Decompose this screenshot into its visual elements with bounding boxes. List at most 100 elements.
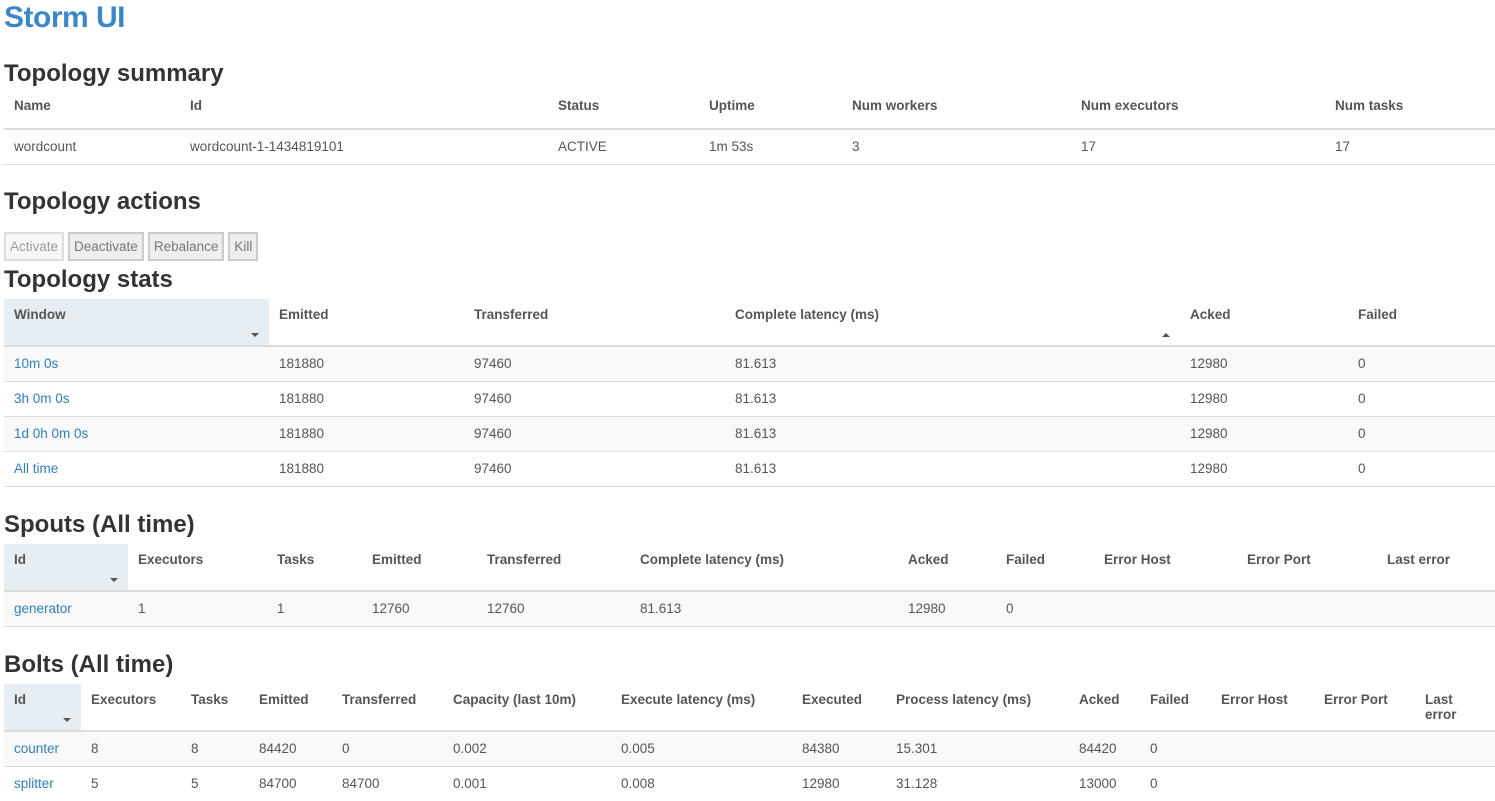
stats-header-complete-latency[interactable]: Complete latency (ms) bbox=[725, 299, 1180, 347]
stats-header-failed[interactable]: Failed bbox=[1348, 299, 1495, 347]
stats-failed: 0 bbox=[1348, 451, 1495, 487]
bolt-tasks: 8 bbox=[181, 731, 249, 767]
stats-window-link[interactable]: All time bbox=[4, 451, 269, 487]
summary-name: wordcount bbox=[4, 129, 180, 165]
bolts-header-capacity[interactable]: Capacity (last 10m) bbox=[443, 684, 611, 732]
bolt-execute-latency: 0.005 bbox=[611, 731, 792, 767]
bolt-tasks: 5 bbox=[181, 766, 249, 801]
bolts-header-executors[interactable]: Executors bbox=[81, 684, 181, 732]
bolt-error-port bbox=[1314, 766, 1415, 801]
summary-header-num-workers[interactable]: Num workers bbox=[842, 92, 1071, 130]
bolt-executors: 5 bbox=[81, 766, 181, 801]
app-title: Storm UI bbox=[4, 1, 126, 34]
bolts-header-error-host[interactable]: Error Host bbox=[1211, 684, 1314, 732]
spouts-header-complete-latency[interactable]: Complete latency (ms) bbox=[630, 544, 898, 592]
spouts-header-last-error[interactable]: Last error bbox=[1377, 544, 1495, 592]
stats-transferred: 97460 bbox=[464, 346, 725, 382]
spouts-header-failed[interactable]: Failed bbox=[996, 544, 1094, 592]
spouts-header-error-port[interactable]: Error Port bbox=[1237, 544, 1377, 592]
bolt-last-error bbox=[1415, 731, 1495, 767]
stats-transferred: 97460 bbox=[464, 451, 725, 487]
bolt-capacity: 0.002 bbox=[443, 731, 611, 767]
bolt-failed: 0 bbox=[1140, 766, 1211, 801]
topology-stats-table: Window Emitted Transferred Complete late… bbox=[4, 299, 1495, 487]
summary-header-num-executors[interactable]: Num executors bbox=[1071, 92, 1325, 130]
spout-link-generator[interactable]: generator bbox=[14, 601, 72, 616]
deactivate-button[interactable]: Deactivate bbox=[68, 232, 144, 261]
stats-complete-latency: 81.613 bbox=[725, 346, 1180, 382]
bolts-header-tasks[interactable]: Tasks bbox=[181, 684, 249, 732]
stats-emitted: 181880 bbox=[269, 381, 464, 417]
topology-summary-title: Topology summary bbox=[4, 60, 224, 87]
kill-button[interactable]: Kill bbox=[228, 232, 259, 261]
spout-tasks: 1 bbox=[267, 591, 362, 627]
stats-complete-latency: 81.613 bbox=[725, 381, 1180, 417]
stats-transferred: 97460 bbox=[464, 416, 725, 452]
bolt-error-port bbox=[1314, 731, 1415, 767]
summary-header-row: Name Id Status Uptime Num workers Num ex… bbox=[4, 92, 1495, 130]
bolts-header-id[interactable]: Id bbox=[4, 684, 81, 732]
table-row: counter 8 8 84420 0 0.002 0.005 84380 15… bbox=[4, 731, 1495, 767]
spout-id-cell[interactable]: generator bbox=[4, 591, 128, 627]
summary-uptime: 1m 53s bbox=[699, 129, 842, 165]
window-link[interactable]: 1d 0h 0m 0s bbox=[14, 426, 88, 441]
bolt-id-cell[interactable]: counter bbox=[4, 731, 81, 767]
bolts-header-row: Id Executors Tasks Emitted Transferred C… bbox=[4, 684, 1495, 732]
rebalance-button[interactable]: Rebalance bbox=[147, 232, 225, 261]
spouts-header-error-host[interactable]: Error Host bbox=[1094, 544, 1237, 592]
stats-acked: 12980 bbox=[1180, 381, 1348, 417]
spouts-header-transferred[interactable]: Transferred bbox=[477, 544, 630, 592]
bolts-header-execute-latency[interactable]: Execute latency (ms) bbox=[611, 684, 792, 732]
bolts-header-error-port[interactable]: Error Port bbox=[1314, 684, 1415, 732]
stats-header-acked[interactable]: Acked bbox=[1180, 299, 1348, 347]
stats-acked: 12980 bbox=[1180, 451, 1348, 487]
spout-failed: 0 bbox=[996, 591, 1094, 627]
summary-num-executors: 17 bbox=[1071, 129, 1325, 165]
stats-window-link[interactable]: 3h 0m 0s bbox=[4, 381, 269, 417]
bolt-process-latency: 31.128 bbox=[886, 766, 1069, 801]
bolt-emitted: 84420 bbox=[249, 731, 332, 767]
spouts-title: Spouts (All time) bbox=[4, 511, 195, 538]
bolts-header-executed[interactable]: Executed bbox=[792, 684, 886, 732]
spouts-header-id[interactable]: Id bbox=[4, 544, 128, 592]
spouts-header-executors[interactable]: Executors bbox=[128, 544, 267, 592]
activate-button[interactable]: Activate bbox=[4, 232, 65, 261]
window-link[interactable]: 10m 0s bbox=[14, 356, 58, 371]
stats-emitted: 181880 bbox=[269, 416, 464, 452]
bolt-id-cell[interactable]: splitter bbox=[4, 766, 81, 801]
bolts-header-transferred[interactable]: Transferred bbox=[332, 684, 443, 732]
stats-window-link[interactable]: 1d 0h 0m 0s bbox=[4, 416, 269, 452]
stats-header-transferred[interactable]: Transferred bbox=[464, 299, 725, 347]
summary-header-num-tasks[interactable]: Num tasks bbox=[1325, 92, 1495, 130]
bolts-header-failed[interactable]: Failed bbox=[1140, 684, 1211, 732]
bolt-transferred: 0 bbox=[332, 731, 443, 767]
spouts-header-tasks[interactable]: Tasks bbox=[267, 544, 362, 592]
spouts-header-acked[interactable]: Acked bbox=[898, 544, 996, 592]
spout-last-error bbox=[1377, 591, 1495, 627]
bolts-header-emitted[interactable]: Emitted bbox=[249, 684, 332, 732]
bolt-last-error bbox=[1415, 766, 1495, 801]
summary-header-id[interactable]: Id bbox=[180, 92, 548, 130]
bolts-header-process-latency[interactable]: Process latency (ms) bbox=[886, 684, 1069, 732]
bolts-header-last-error[interactable]: Last error bbox=[1415, 684, 1495, 732]
summary-header-status[interactable]: Status bbox=[548, 92, 699, 130]
bolts-header-acked[interactable]: Acked bbox=[1069, 684, 1140, 732]
bolt-link-splitter[interactable]: splitter bbox=[14, 776, 54, 791]
spouts-header-emitted[interactable]: Emitted bbox=[362, 544, 477, 592]
table-row: All time 181880 97460 81.613 12980 0 bbox=[4, 451, 1495, 487]
window-link[interactable]: 3h 0m 0s bbox=[14, 391, 70, 406]
window-link[interactable]: All time bbox=[14, 461, 58, 476]
summary-num-workers: 3 bbox=[842, 129, 1071, 165]
summary-header-name[interactable]: Name bbox=[4, 92, 180, 130]
bolt-error-host bbox=[1211, 731, 1314, 767]
spouts-header-row: Id Executors Tasks Emitted Transferred C… bbox=[4, 544, 1495, 592]
stats-acked: 12980 bbox=[1180, 346, 1348, 382]
summary-num-tasks: 17 bbox=[1325, 129, 1495, 165]
stats-window-link[interactable]: 10m 0s bbox=[4, 346, 269, 382]
stats-header-window[interactable]: Window bbox=[4, 299, 269, 347]
table-row: generator 1 1 12760 12760 81.613 12980 0 bbox=[4, 591, 1495, 627]
bolt-link-counter[interactable]: counter bbox=[14, 741, 59, 756]
summary-header-uptime[interactable]: Uptime bbox=[699, 92, 842, 130]
stats-acked: 12980 bbox=[1180, 416, 1348, 452]
stats-header-emitted[interactable]: Emitted bbox=[269, 299, 464, 347]
